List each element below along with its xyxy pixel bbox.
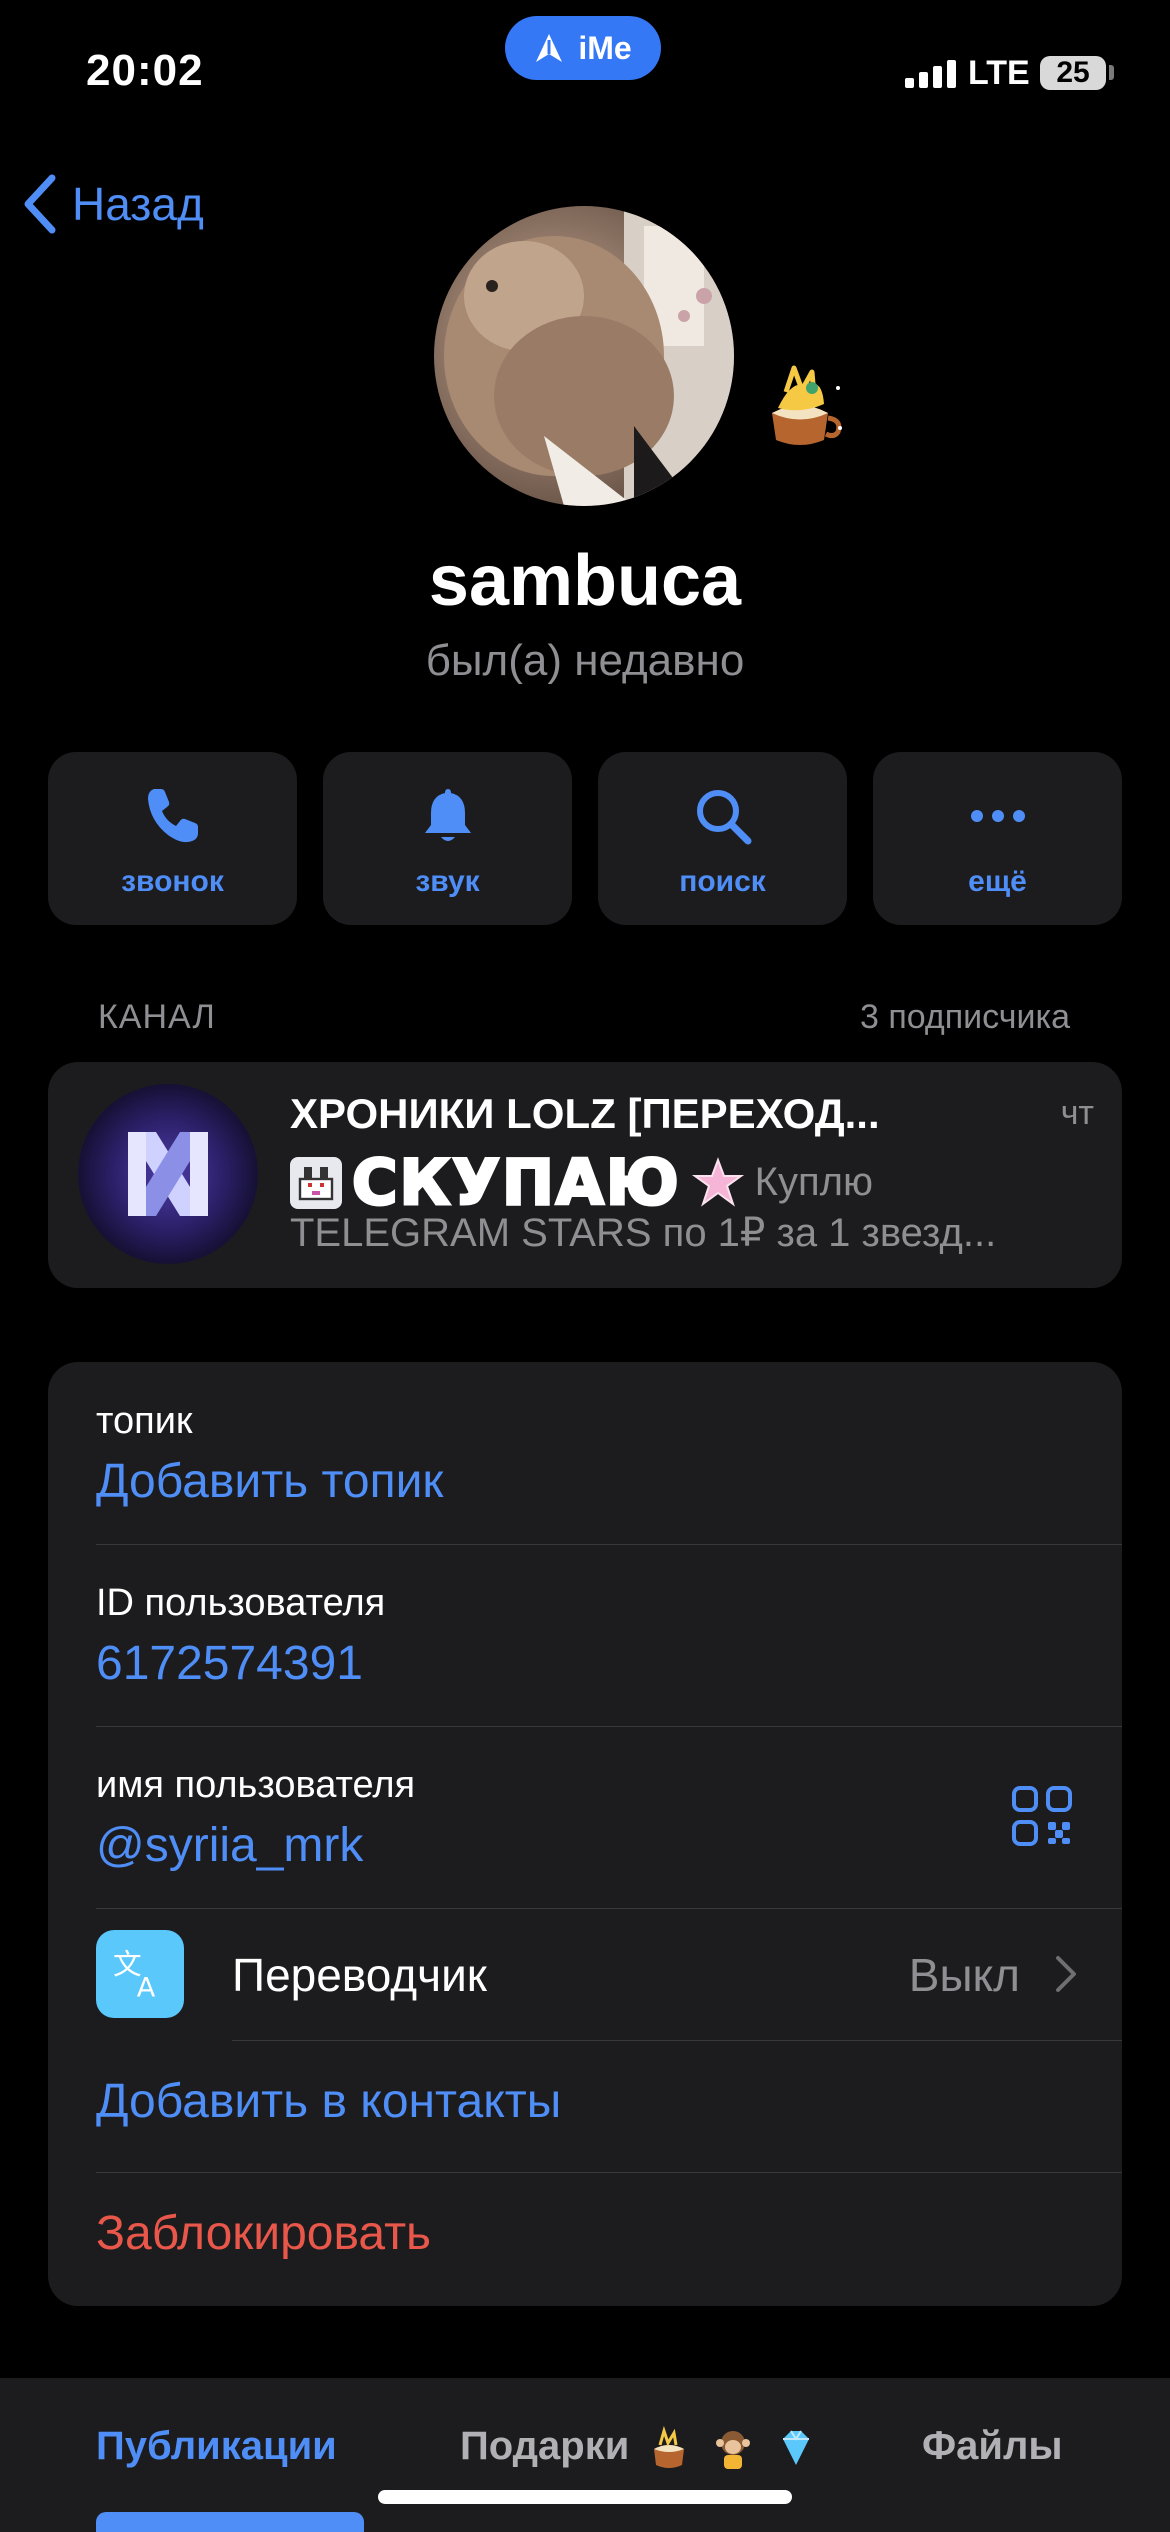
active-tab-indicator	[96, 2512, 364, 2532]
translator-label: Переводчик	[232, 1949, 487, 2001]
back-button[interactable]: Назад	[22, 172, 204, 236]
channel-last-post-day: чт	[1060, 1094, 1094, 1132]
username-value[interactable]: @syriia_mrk	[96, 1818, 363, 1873]
divider	[232, 2040, 1122, 2041]
topic-label: топик	[96, 1400, 193, 1442]
diamond-icon	[782, 2430, 809, 2466]
search-label: поиск	[679, 865, 766, 898]
channel-preview-emphasis: СКУПАЮ	[351, 1145, 681, 1221]
more-icon	[970, 810, 1025, 822]
ime-logo-icon	[536, 34, 563, 62]
chevron-right-icon	[1056, 1956, 1076, 1992]
chevron-left-icon	[24, 174, 56, 234]
more-label: ещё	[968, 865, 1027, 898]
tab-publications[interactable]: Публикации	[96, 2424, 337, 2469]
user-id-row[interactable]: ID пользователя 6172574391	[48, 1544, 1122, 1726]
last-seen-status: был(а) недавно	[425, 636, 745, 685]
block-user-button[interactable]: Заблокировать	[96, 2206, 431, 2261]
info-card: топик Добавить топик ID пользователя 617…	[48, 1362, 1122, 2306]
channel-card[interactable]: ХРОНИКИ LOLZ [ПЕРЕХОД... чт СКУПАЮ Куплю…	[48, 1062, 1122, 1288]
translator-value: Выкл	[908, 1949, 1020, 2001]
emoji-status-cake-icon[interactable]	[752, 358, 848, 454]
profile-name: sambuca	[428, 541, 742, 621]
channel-preview-word: Куплю	[754, 1160, 873, 1204]
pink-star-icon	[691, 1156, 744, 1207]
channel-preview-text: TELEGRAM STARS по 1₽ за 1 звезд...	[290, 1211, 997, 1255]
ime-pill-label: iMe	[578, 29, 632, 66]
phone-icon	[147, 789, 198, 843]
add-to-contacts-button[interactable]: Добавить в контакты	[96, 2074, 561, 2129]
user-id-value[interactable]: 6172574391	[96, 1636, 363, 1691]
call-label: звонок	[121, 865, 224, 898]
avatar[interactable]	[434, 206, 734, 506]
search-icon	[696, 790, 751, 845]
status-time: 20:02	[86, 46, 204, 95]
cellular-signal-icon	[905, 60, 956, 88]
topic-row[interactable]: топик Добавить топик	[48, 1362, 1122, 1544]
tab-files[interactable]: Файлы	[922, 2424, 1063, 2469]
divider	[96, 2172, 1122, 2173]
more-button[interactable]: ещё	[873, 752, 1122, 925]
avatar-photo	[444, 206, 734, 506]
battery-tip	[1109, 65, 1114, 80]
tab-gifts[interactable]: Подарки	[460, 2424, 819, 2471]
action-buttons: звонок звук поиск ещё	[48, 752, 1122, 925]
channel-x-logo-icon	[128, 1132, 208, 1216]
translator-row[interactable]: 文 A Переводчик Выкл	[48, 1908, 1122, 2040]
bell-icon	[424, 789, 471, 841]
tab-gifts-label: Подарки	[460, 2424, 630, 2468]
media-tab-bar: Публикации Подарки Файлы	[0, 2378, 1170, 2532]
username-label: имя пользователя	[96, 1764, 416, 1806]
monkey-icon	[715, 2431, 750, 2470]
user-id-label: ID пользователя	[96, 1582, 386, 1624]
username-row[interactable]: имя пользователя @syriia_mrk	[48, 1726, 1122, 1908]
call-button[interactable]: звонок	[48, 752, 297, 925]
translate-icon: 文 A	[96, 1930, 184, 2018]
sound-button[interactable]: звук	[323, 752, 572, 925]
ime-pill[interactable]: iMe	[505, 16, 661, 80]
channel-preview-line: СКУПАЮ Куплю	[290, 1145, 873, 1221]
battery-icon: 25	[1040, 56, 1106, 90]
add-topic-link[interactable]: Добавить топик	[96, 1454, 443, 1509]
network-type: LTE	[968, 54, 1030, 92]
pixel-bunny-icon	[290, 1156, 342, 1209]
channel-section-header: КАНАЛ	[98, 998, 216, 1036]
channel-avatar	[78, 1084, 258, 1264]
svg-text:A: A	[137, 1972, 156, 2003]
cake-icon	[654, 2426, 685, 2469]
channel-subscriber-count: 3 подписчика	[859, 998, 1070, 1036]
back-label: Назад	[72, 178, 204, 230]
channel-title: ХРОНИКИ LOLZ [ПЕРЕХОД...	[290, 1090, 880, 1137]
home-indicator[interactable]	[378, 2490, 792, 2504]
qr-code-icon[interactable]	[1010, 1784, 1074, 1848]
sound-label: звук	[415, 865, 480, 898]
search-button[interactable]: поиск	[598, 752, 847, 925]
